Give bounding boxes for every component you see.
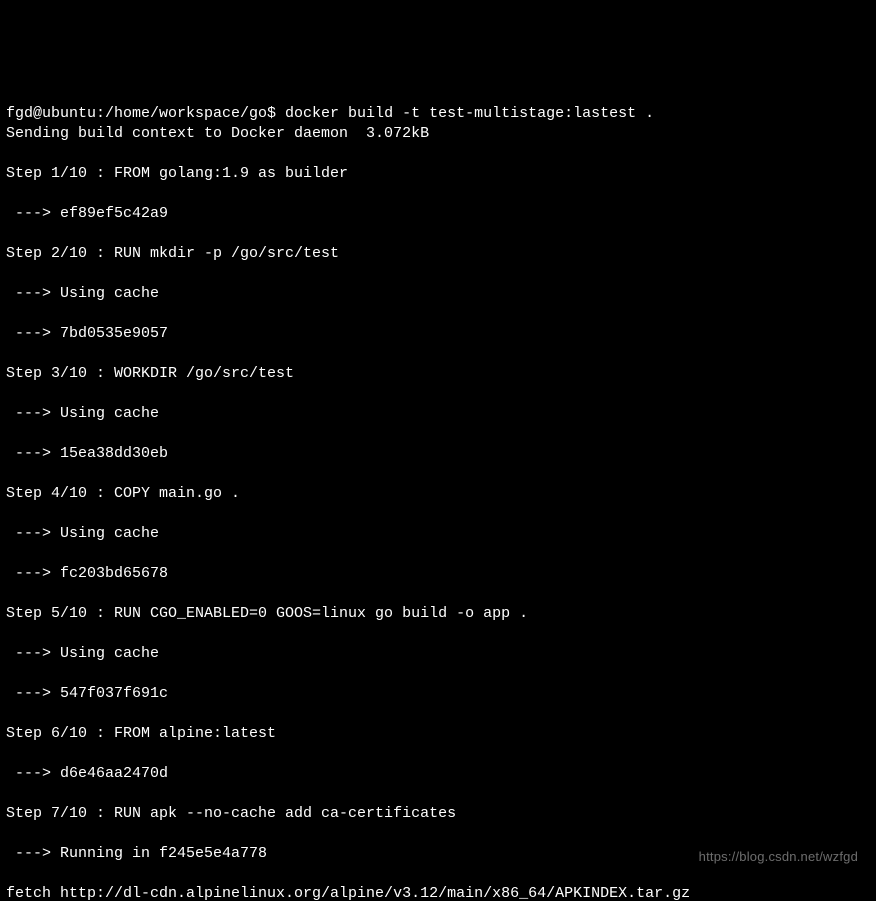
terminal-output-line: Step 6/10 : FROM alpine:latest	[6, 724, 870, 744]
terminal-output-line: ---> 15ea38dd30eb	[6, 444, 870, 464]
terminal-output-line: ---> 7bd0535e9057	[6, 324, 870, 344]
shell-prompt: fgd@ubuntu:/home/workspace/go$	[6, 105, 285, 122]
terminal-output-line: ---> ef89ef5c42a9	[6, 204, 870, 224]
terminal-window[interactable]: fgd@ubuntu:/home/workspace/go$ docker bu…	[0, 100, 876, 901]
terminal-output-line: Step 3/10 : WORKDIR /go/src/test	[6, 364, 870, 384]
terminal-output-line: Step 1/10 : FROM golang:1.9 as builder	[6, 164, 870, 184]
terminal-output-line: Step 7/10 : RUN apk --no-cache add ca-ce…	[6, 804, 870, 824]
terminal-output-line: ---> fc203bd65678	[6, 564, 870, 584]
watermark-text: https://blog.csdn.net/wzfgd	[699, 847, 858, 867]
terminal-output-line: Step 2/10 : RUN mkdir -p /go/src/test	[6, 244, 870, 264]
terminal-output-line: fetch http://dl-cdn.alpinelinux.org/alpi…	[6, 884, 870, 901]
terminal-output-line: ---> Using cache	[6, 644, 870, 664]
shell-command: docker build -t test-multistage:lastest …	[285, 105, 654, 122]
terminal-output-line: Step 4/10 : COPY main.go .	[6, 484, 870, 504]
terminal-output-line: Sending build context to Docker daemon 3…	[6, 124, 870, 144]
terminal-output-line: ---> Using cache	[6, 404, 870, 424]
terminal-output-line: Step 5/10 : RUN CGO_ENABLED=0 GOOS=linux…	[6, 604, 870, 624]
terminal-output-line: ---> 547f037f691c	[6, 684, 870, 704]
terminal-output-line: ---> Using cache	[6, 524, 870, 544]
terminal-output-line: ---> Using cache	[6, 284, 870, 304]
terminal-output-line: ---> d6e46aa2470d	[6, 764, 870, 784]
